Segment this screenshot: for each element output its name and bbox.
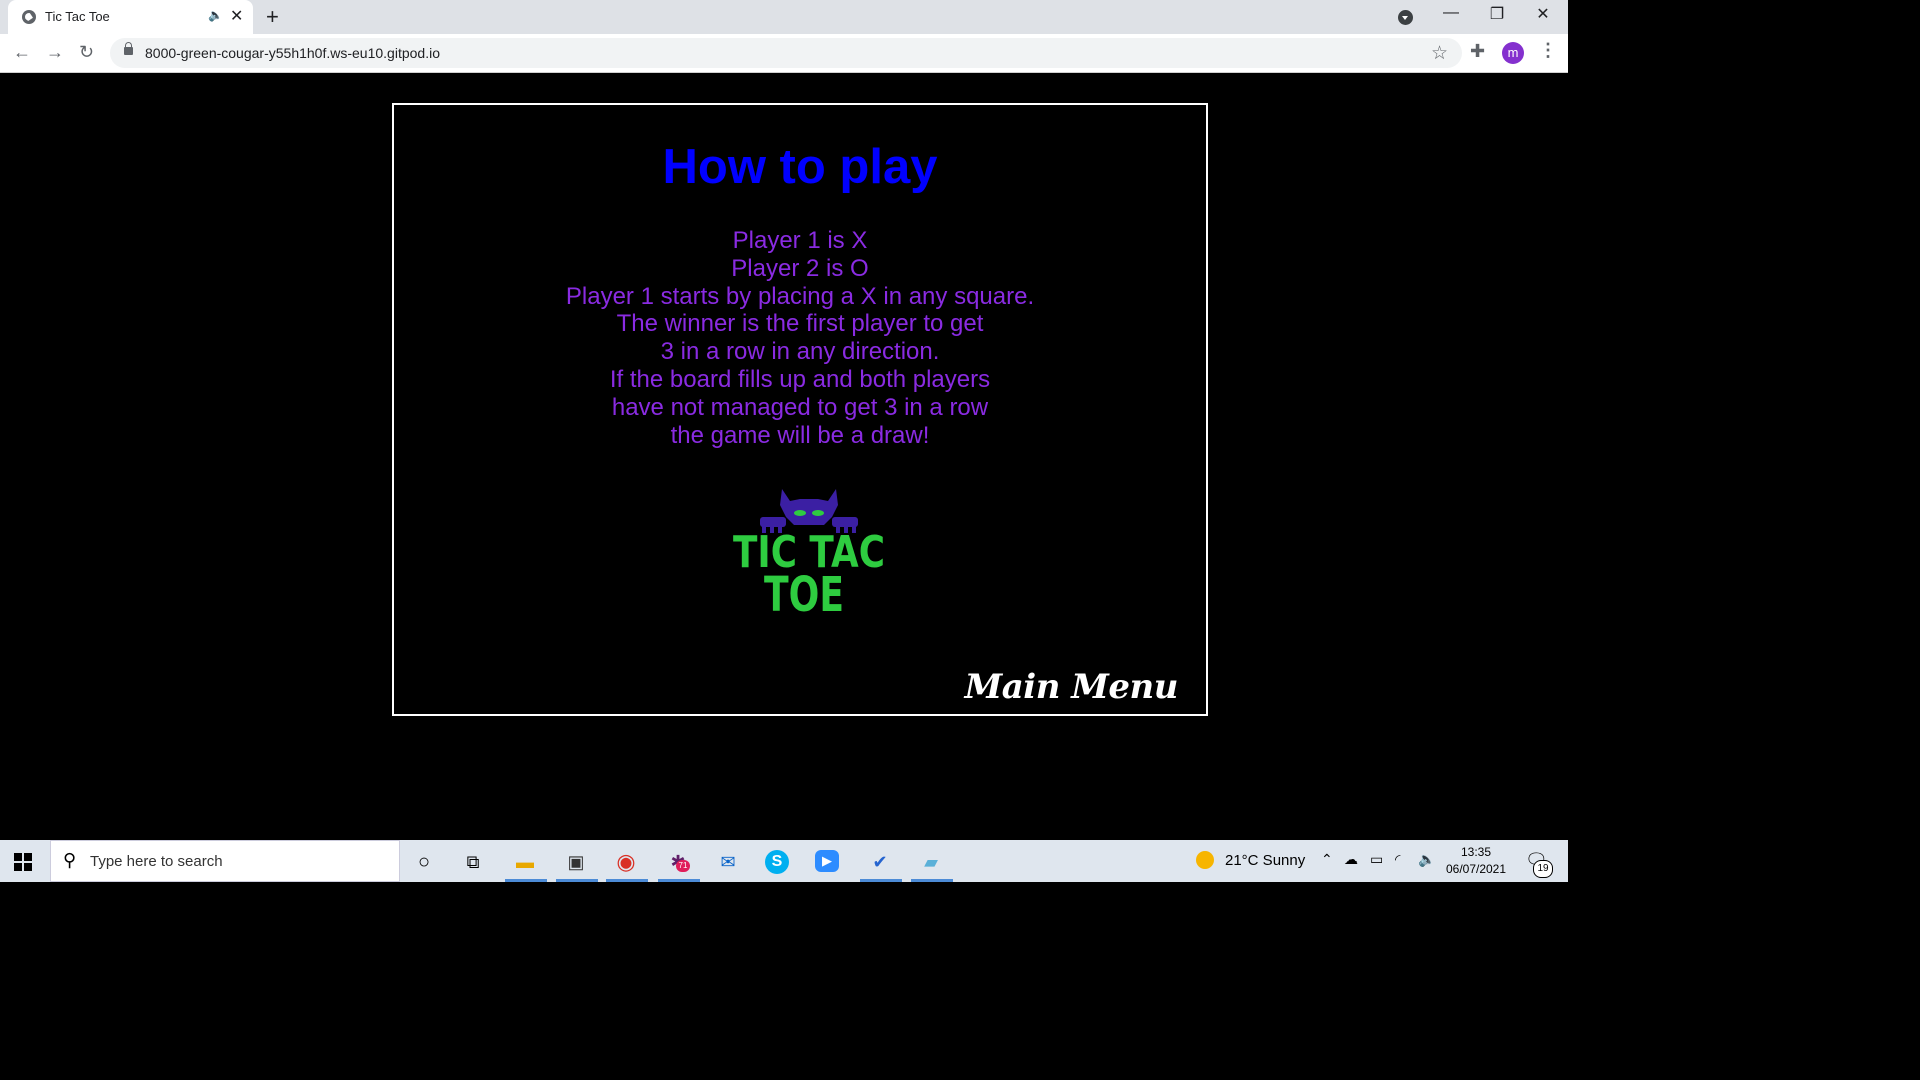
battery-icon[interactable]: ▭ [1370, 851, 1383, 868]
rule-line: have not managed to get 3 in a row [611, 393, 989, 421]
rule-line: 3 in a row in any direction. [660, 338, 940, 366]
page-title: How to play [662, 140, 938, 194]
search-placeholder: Type here to search [90, 853, 223, 870]
browser-tab-strip: Tic Tac Toe 🔈 ✕ + — ❐ ✕ [0, 0, 1568, 34]
url-text[interactable]: 8000-green-cougar-y55h1h0f.ws-eu10.gitpo… [145, 45, 440, 61]
rule-line: the game will be a draw! [670, 421, 930, 449]
globe-icon [22, 10, 36, 24]
active-app-indicator [658, 879, 700, 882]
main-menu-button[interactable]: Main Menu [965, 667, 1179, 707]
file-explorer-icon[interactable]: ▬ [511, 848, 539, 876]
active-app-indicator [556, 879, 598, 882]
address-bar[interactable]: 8000-green-cougar-y55h1h0f.ws-eu10.gitpo… [110, 38, 1462, 68]
reload-icon[interactable]: ↻ [79, 42, 94, 63]
logo-text-line2: TOE [764, 567, 844, 615]
active-app-indicator [860, 879, 902, 882]
task-view-icon[interactable]: ⧉ [459, 848, 487, 876]
clock-time: 13:35 [1460, 845, 1492, 859]
skype-icon[interactable]: S [765, 850, 789, 874]
chevron-up-icon[interactable]: ⌃ [1321, 851, 1333, 868]
cortana-icon[interactable]: ○ [410, 848, 438, 876]
weather-text[interactable]: 21°C Sunny [1225, 852, 1305, 869]
restore-button[interactable]: ❐ [1474, 4, 1520, 24]
slack-badge: 71 [676, 860, 690, 872]
tab-search-icon[interactable] [1398, 10, 1413, 25]
volume-icon[interactable]: 🔈 [1418, 851, 1435, 868]
minimize-button[interactable]: — [1428, 4, 1474, 22]
close-window-button[interactable]: ✕ [1520, 4, 1566, 24]
rule-line: The winner is the first player to get [616, 310, 984, 338]
search-icon: ⚲ [63, 850, 77, 870]
rule-line: If the board fills up and both players [609, 365, 991, 393]
profile-avatar[interactable]: m [1502, 42, 1524, 64]
tab-close-icon[interactable]: ✕ [230, 6, 243, 26]
browser-toolbar: ← → ↻ 8000-green-cougar-y55h1h0f.ws-eu10… [0, 34, 1568, 73]
tab-title: Tic Tac Toe [45, 9, 110, 24]
back-arrow-icon[interactable]: ← [13, 42, 31, 63]
bookmark-star-icon[interactable]: ☆ [1431, 42, 1448, 65]
forward-arrow-icon[interactable]: → [46, 42, 64, 63]
store-icon[interactable]: ▣ [562, 848, 590, 876]
system-clock[interactable]: 13:35 06/07/2021 [1440, 844, 1512, 878]
wifi-icon[interactable]: ◜ [1395, 851, 1400, 868]
speaker-icon[interactable]: 🔈 [208, 8, 223, 22]
kebab-menu-icon[interactable]: ⋮ [1539, 40, 1557, 61]
mail-icon[interactable]: ✉ [714, 848, 742, 876]
rule-line: Player 1 starts by placing a X in any sq… [565, 282, 1035, 310]
extensions-puzzle-icon[interactable]: ✚ [1470, 41, 1485, 62]
browser-tab-active[interactable]: Tic Tac Toe 🔈 ✕ [8, 0, 253, 34]
rules-text: Player 1 is X Player 2 is O Player 1 sta… [394, 227, 1206, 449]
tic-tac-toe-logo: TIC TAC TOE [733, 489, 885, 615]
new-tab-button[interactable]: + [266, 4, 279, 30]
active-app-indicator [911, 879, 953, 882]
active-app-indicator [505, 879, 547, 882]
zoom-icon[interactable]: ▶ [815, 850, 839, 872]
onedrive-icon[interactable]: ☁ [1344, 851, 1358, 868]
rule-line: Player 2 is O [731, 254, 869, 282]
weather-sun-icon[interactable] [1196, 851, 1214, 869]
active-app-indicator [606, 879, 648, 882]
lock-icon[interactable] [124, 42, 133, 55]
chrome-icon[interactable]: ◉ [612, 848, 640, 876]
rule-line: Player 1 is X [732, 227, 868, 254]
windows-start-icon[interactable] [14, 853, 32, 871]
page-viewport: How to play Player 1 is X Player 2 is O … [0, 73, 1568, 840]
windows-taskbar: ⚲ Type here to search ○ ⧉ ▬ ▣ ◉ ✱ 71 ✉ S… [0, 840, 1568, 882]
notification-count-badge: 19 [1533, 860, 1553, 878]
how-to-play-panel: How to play Player 1 is X Player 2 is O … [392, 103, 1208, 716]
taskbar-search-box[interactable]: ⚲ Type here to search [50, 840, 400, 882]
todo-icon[interactable]: ✔ [866, 848, 894, 876]
clock-date: 06/07/2021 [1445, 862, 1507, 876]
notepad-icon[interactable]: ▰ [917, 848, 945, 876]
